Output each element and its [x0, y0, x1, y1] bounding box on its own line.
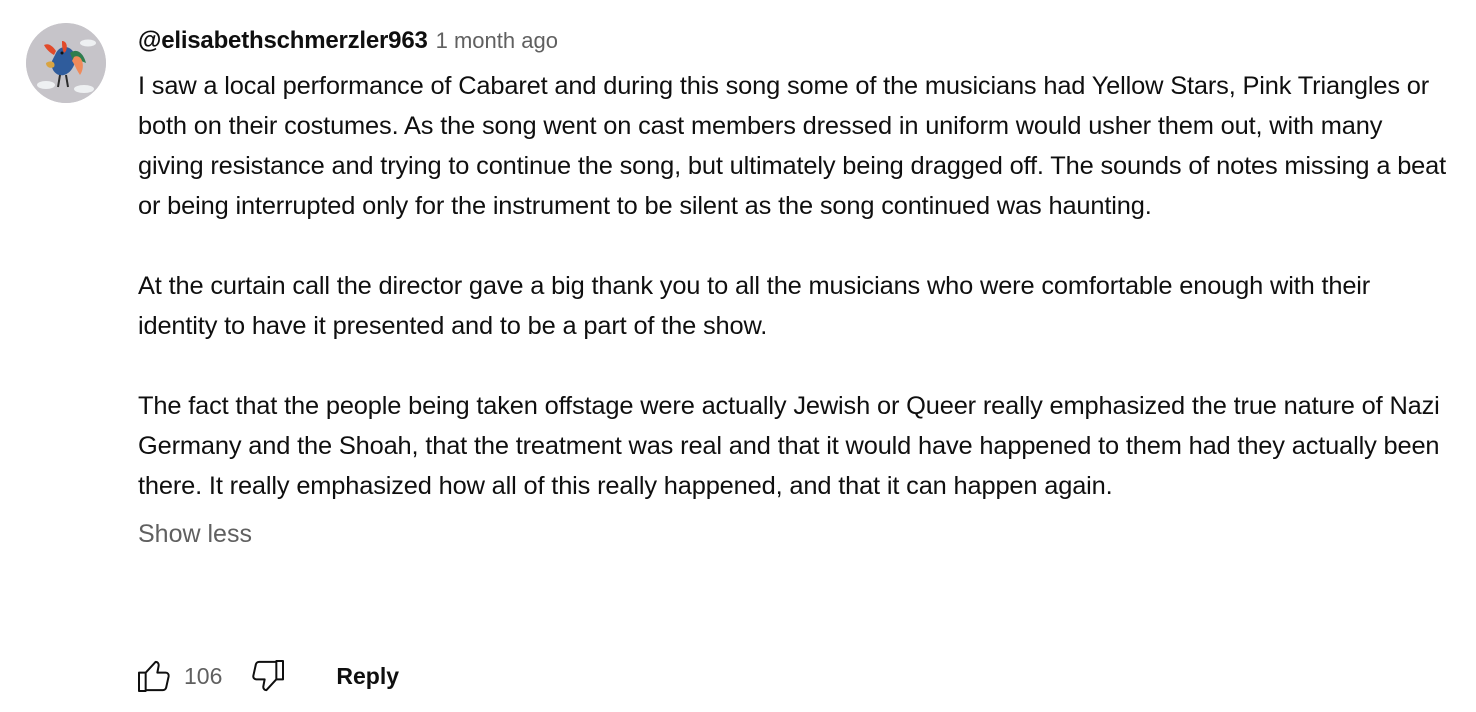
comment-header: @elisabethschmerzler963 1 month ago: [138, 24, 1448, 58]
thumbs-down-icon: [252, 660, 285, 692]
comment-timestamp[interactable]: 1 month ago: [436, 28, 558, 54]
comment-paragraph: At the curtain call the director gave a …: [138, 272, 1371, 340]
like-count: 106: [184, 662, 223, 689]
reply-button[interactable]: Reply: [336, 655, 399, 698]
dislike-button[interactable]: [244, 652, 292, 700]
thumbs-up-icon: [138, 660, 170, 692]
avatar[interactable]: [26, 23, 106, 103]
comment-actions: 106 Reply: [130, 650, 399, 702]
comment-body: @elisabethschmerzler963 1 month ago I sa…: [138, 24, 1448, 550]
show-less-button[interactable]: Show less: [138, 518, 252, 550]
comment-thread: @elisabethschmerzler963 1 month ago I sa…: [0, 0, 1476, 712]
comment-paragraph: I saw a local performance of Cabaret and…: [138, 72, 1447, 220]
like-button[interactable]: [130, 652, 178, 700]
rooster-avatar-icon: [26, 23, 106, 103]
comment-text: I saw a local performance of Cabaret and…: [138, 66, 1448, 506]
comment-paragraph: The fact that the people being taken off…: [138, 392, 1440, 500]
author-name[interactable]: @elisabethschmerzler963: [138, 27, 428, 55]
